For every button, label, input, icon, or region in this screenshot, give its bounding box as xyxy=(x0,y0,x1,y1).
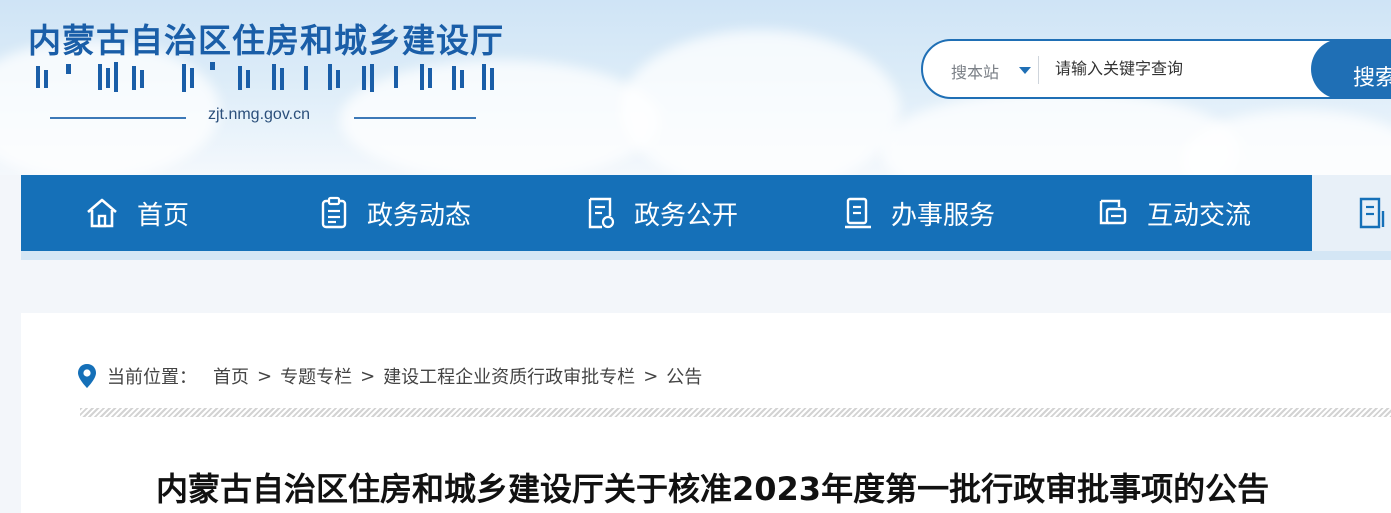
mongolian-script-graphic xyxy=(36,62,494,92)
breadcrumb: 当前位置： 首页 > 专题专栏 > 建设工程企业资质行政审批专栏 > 公告 xyxy=(77,363,702,389)
clipboard-icon xyxy=(321,196,347,229)
location-pin-icon xyxy=(78,364,96,388)
breadcrumb-qualification-column[interactable]: 建设工程企业资质行政审批专栏 xyxy=(383,363,635,389)
home-icon xyxy=(87,198,117,228)
nav-item-home[interactable]: 首页 xyxy=(21,175,267,251)
breadcrumb-home[interactable]: 首页 xyxy=(213,363,249,389)
nav-item-services[interactable]: 办事服务 xyxy=(783,175,1041,251)
nav-label: 互动交流 xyxy=(1147,200,1252,231)
hatched-divider xyxy=(80,408,1391,417)
nav-label: 首页 xyxy=(137,200,190,231)
search-button[interactable]: 搜索 xyxy=(1311,39,1391,99)
site-title[interactable]: 内蒙古自治区住房和城乡建设厅 xyxy=(28,14,504,62)
breadcrumb-separator: > xyxy=(643,365,659,387)
nav-item-disclosure[interactable]: 政务公开 xyxy=(525,175,783,251)
nav-item-more[interactable] xyxy=(1312,175,1391,251)
breadcrumb-separator: > xyxy=(257,365,273,387)
chat-icon xyxy=(1099,199,1127,225)
mongolian-script-logo xyxy=(32,58,512,102)
list-icon xyxy=(1359,197,1385,229)
service-icon xyxy=(845,197,871,229)
caret-down-icon[interactable] xyxy=(1019,67,1031,74)
divider-right xyxy=(354,117,476,119)
main-nav: 首页 政务动态 政务公开 办事服务 互动交流 xyxy=(21,175,1312,251)
breadcrumb-announcements[interactable]: 公告 xyxy=(666,363,702,389)
search-input[interactable] xyxy=(1055,53,1295,87)
divider-left xyxy=(50,117,186,119)
nav-label: 政务公开 xyxy=(634,200,739,231)
nav-item-news[interactable]: 政务动态 xyxy=(267,175,525,251)
article-title: 内蒙古自治区住房和城乡建设厅关于核准2023年度第一批行政审批事项的公告 xyxy=(156,470,1270,508)
domain-row: zjt.nmg.gov.cn xyxy=(50,106,480,130)
breadcrumb-separator: > xyxy=(360,365,376,387)
breadcrumb-topics[interactable]: 专题专栏 xyxy=(280,363,352,389)
document-icon xyxy=(588,197,615,229)
breadcrumb-prefix: 当前位置： xyxy=(107,367,197,388)
search-divider xyxy=(1038,56,1039,84)
site-domain: zjt.nmg.gov.cn xyxy=(208,106,310,123)
nav-underline-strip xyxy=(21,251,1391,260)
content-panel: 当前位置： 首页 > 专题专栏 > 建设工程企业资质行政审批专栏 > 公告 内蒙… xyxy=(21,313,1391,513)
nav-label: 政务动态 xyxy=(367,200,472,231)
nav-label: 办事服务 xyxy=(891,200,996,231)
nav-item-interaction[interactable]: 互动交流 xyxy=(1041,175,1312,251)
search-scope-select[interactable]: 搜本站 xyxy=(951,59,999,83)
